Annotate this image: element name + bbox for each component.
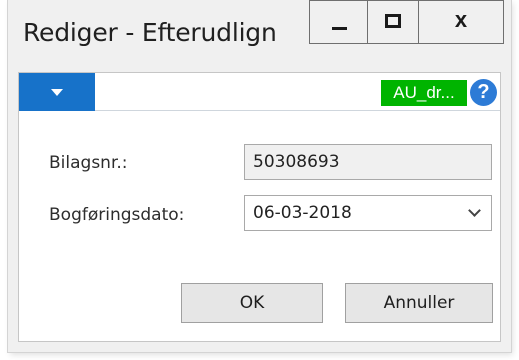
chevron-down-icon[interactable] xyxy=(468,204,481,217)
action-bar: AU_dr... ? xyxy=(19,73,500,111)
bogforingsdato-value: 06-03-2018 xyxy=(253,203,352,223)
dialog-content: AU_dr... ? Bilagsnr.: 50308693 Bogføring… xyxy=(18,72,501,342)
minimize-icon xyxy=(332,27,347,30)
bogforingsdato-select[interactable]: 06-03-2018 xyxy=(244,195,492,231)
maximize-button[interactable] xyxy=(367,0,419,44)
bilagsnr-field: 50308693 xyxy=(244,144,492,180)
close-button[interactable]: x xyxy=(418,0,504,44)
company-badge[interactable]: AU_dr... xyxy=(381,80,467,106)
bilagsnr-label: Bilagsnr.: xyxy=(49,153,128,173)
ok-button[interactable]: OK xyxy=(181,283,323,323)
close-icon: x xyxy=(454,7,468,32)
actions-dropdown-button[interactable] xyxy=(19,73,95,111)
dialog-window: Rediger - Efterudlign x AU_dr... ? Bilag… xyxy=(8,0,511,352)
minimize-button[interactable] xyxy=(309,0,368,44)
cancel-button[interactable]: Annuller xyxy=(345,283,493,323)
window-title: Rediger - Efterudlign xyxy=(23,18,277,47)
help-icon[interactable]: ? xyxy=(470,79,497,106)
bogforingsdato-label: Bogføringsdato: xyxy=(49,205,185,225)
maximize-icon xyxy=(385,14,401,28)
triangle-down-icon xyxy=(51,89,63,96)
title-bar[interactable]: Rediger - Efterudlign x xyxy=(8,0,511,66)
